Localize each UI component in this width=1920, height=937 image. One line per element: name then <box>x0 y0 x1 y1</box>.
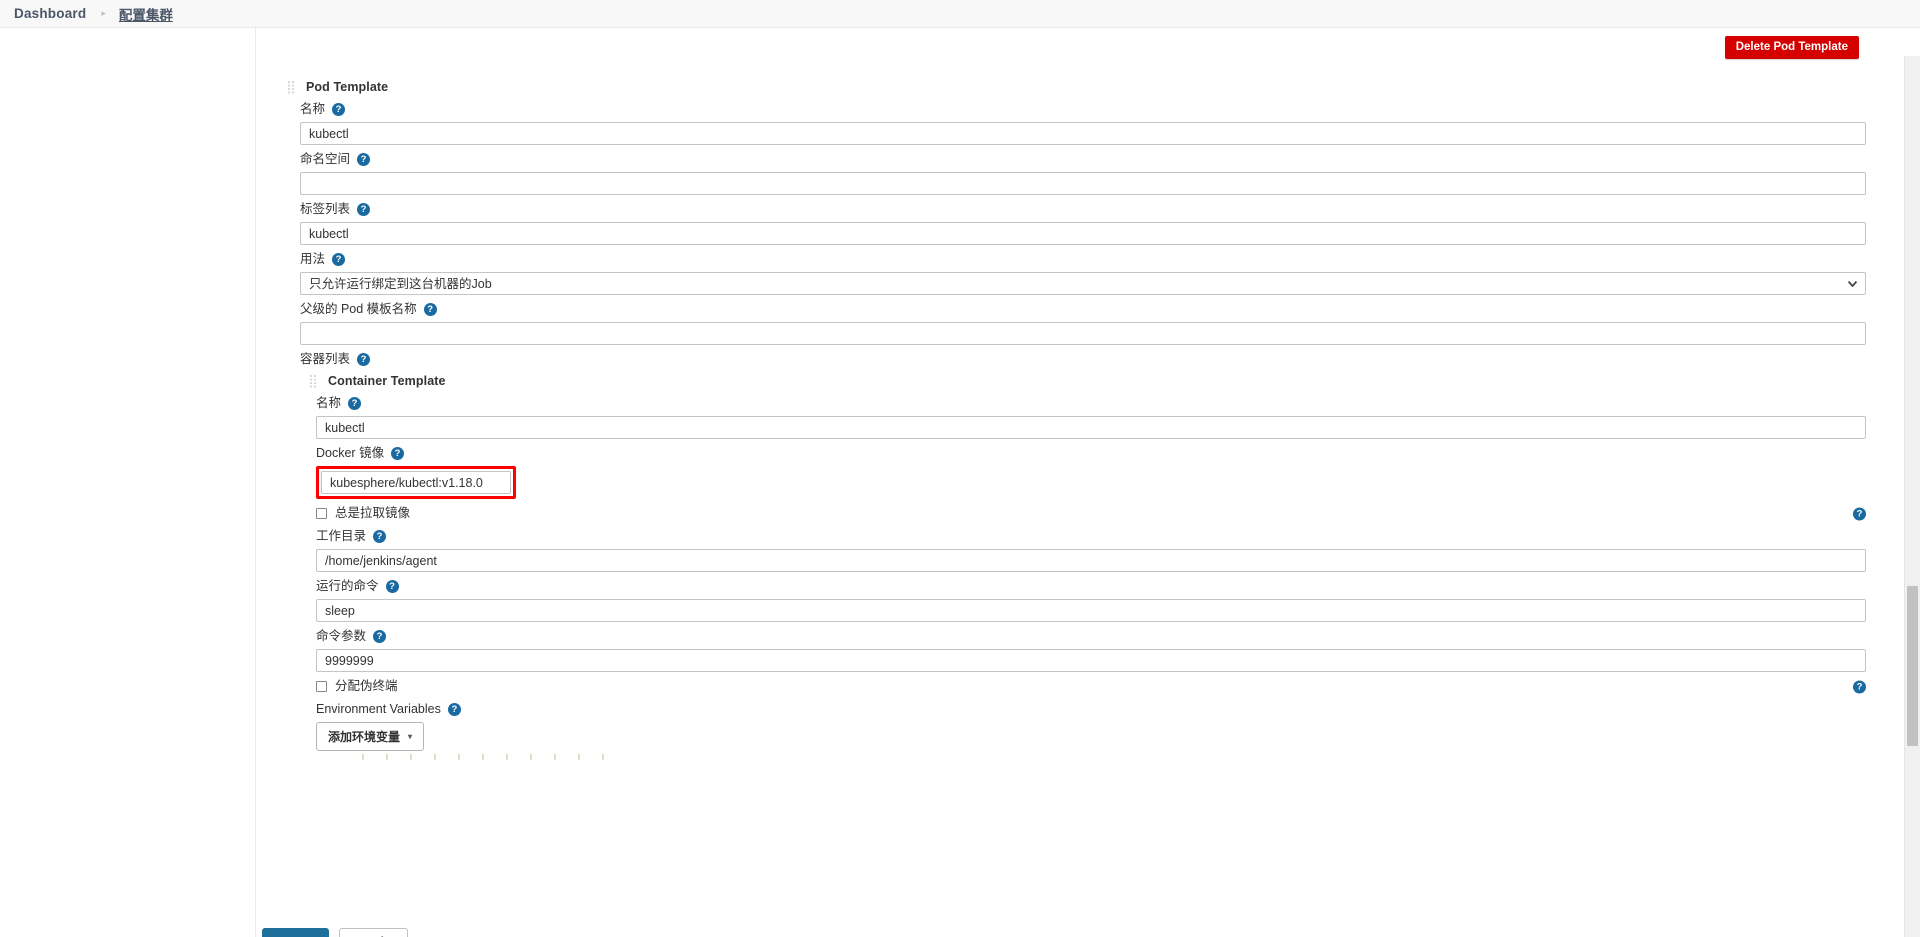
field-label-command: 运行的命令 ? <box>316 579 1866 594</box>
field-container-name: 名称 ? <box>288 396 1866 439</box>
pod-template-section-header: Pod Template <box>288 80 1866 94</box>
label-text-environment-variables: Environment Variables <box>316 702 441 716</box>
field-label-container-list: 容器列表 ? <box>300 352 1866 367</box>
label-text-pod-name: 名称 <box>300 102 326 116</box>
label-text-container-name: 名称 <box>316 396 342 410</box>
chevron-down-icon: ▾ <box>408 731 413 741</box>
row-allocate-tty: 分配伪终端 ? <box>288 679 1866 694</box>
always-pull-image-label[interactable]: 总是拉取镜像 <box>335 506 410 521</box>
field-docker-image: Docker 镜像 ? <box>288 446 1866 499</box>
field-container-list: 容器列表 ? <box>288 352 1866 367</box>
field-label-container-name: 名称 ? <box>316 396 1866 411</box>
pod-template-form: Pod Template 名称 ? 命名空间 ? 标签列表 ? <box>288 80 1866 767</box>
container-name-input[interactable] <box>316 416 1866 439</box>
help-icon-pod-namespace[interactable]: ? <box>357 153 371 166</box>
label-text-parent-template: 父级的 Pod 模板名称 <box>300 302 417 316</box>
label-text-pod-namespace: 命名空间 <box>300 152 351 166</box>
save-button[interactable]: Save <box>262 928 330 937</box>
command-input[interactable] <box>316 599 1866 622</box>
docker-image-highlight-box <box>316 466 516 499</box>
field-label-pod-name: 名称 ? <box>300 102 1866 117</box>
field-pod-usage: 用法 ? 只允许运行绑定到这台机器的Job <box>288 252 1866 295</box>
delete-pod-template-button[interactable]: Delete Pod Template <box>1724 36 1859 59</box>
sidebar-divider <box>255 28 256 937</box>
label-text-working-dir: 工作目录 <box>316 529 367 543</box>
pod-usage-select[interactable]: 只允许运行绑定到这台机器的Job <box>300 272 1866 295</box>
form-footer: Save Apply <box>262 928 408 937</box>
help-icon-docker-image[interactable]: ? <box>391 447 405 460</box>
help-icon-command[interactable]: ? <box>385 580 399 593</box>
field-label-environment-variables: Environment Variables ? <box>316 702 1866 717</box>
breadcrumb-item-current[interactable]: 配置集群 <box>119 4 173 24</box>
help-icon-container-name[interactable]: ? <box>348 397 362 410</box>
command-args-input[interactable] <box>316 649 1866 672</box>
field-label-pod-labels: 标签列表 ? <box>300 202 1866 217</box>
always-pull-image-checkbox[interactable] <box>316 508 327 519</box>
label-text-docker-image: Docker 镜像 <box>316 446 385 460</box>
pod-labels-input[interactable] <box>300 222 1866 245</box>
field-label-docker-image: Docker 镜像 ? <box>316 446 1866 461</box>
row-always-pull-image: 总是拉取镜像 ? <box>288 506 1866 521</box>
page-scrollbar-thumb[interactable] <box>1907 586 1918 746</box>
help-icon-container-list[interactable]: ? <box>357 353 371 366</box>
field-pod-name: 名称 ? <box>288 102 1866 145</box>
section-divider-dotted <box>362 754 622 760</box>
page-body: Delete Pod Template Pod Template 名称 ? ku… <box>0 28 1920 937</box>
allocate-tty-checkbox[interactable] <box>316 681 327 692</box>
allocate-tty-label[interactable]: 分配伪终端 <box>335 679 398 694</box>
apply-button[interactable]: Apply <box>339 928 408 937</box>
label-text-container-list: 容器列表 <box>300 352 351 366</box>
label-text-pod-usage: 用法 <box>300 252 326 266</box>
label-text-pod-labels: 标签列表 <box>300 202 351 216</box>
add-environment-variable-label: 添加环境变量 <box>328 730 401 744</box>
breadcrumb-separator-icon: ▸ <box>101 8 106 18</box>
pod-name-input[interactable] <box>300 122 1866 145</box>
pod-template-section-title: Pod Template <box>306 80 389 94</box>
breadcrumb: Dashboard ▸ 配置集群 <box>0 0 1920 28</box>
field-label-parent-template: 父级的 Pod 模板名称 ? <box>300 302 1866 317</box>
field-label-command-args: 命令参数 ? <box>316 629 1866 644</box>
field-label-working-dir: 工作目录 ? <box>316 529 1866 544</box>
help-icon-parent-template[interactable]: ? <box>423 303 437 316</box>
field-working-dir: 工作目录 ? <box>288 529 1866 572</box>
help-icon-pod-usage[interactable]: ? <box>332 253 346 266</box>
container-template-section-title: Container Template <box>328 374 446 388</box>
help-icon-pod-name[interactable]: ? <box>332 103 346 116</box>
pod-namespace-input[interactable] <box>300 172 1866 195</box>
drag-handle-icon[interactable] <box>310 374 319 388</box>
help-icon-pod-labels[interactable]: ? <box>357 203 371 216</box>
field-label-pod-namespace: 命名空间 ? <box>300 152 1866 167</box>
drag-handle-icon[interactable] <box>288 80 297 94</box>
field-parent-template: 父级的 Pod 模板名称 ? <box>288 302 1866 345</box>
pod-usage-select-wrap: 只允许运行绑定到这台机器的Job <box>300 272 1866 295</box>
field-command-args: 命令参数 ? <box>288 629 1866 672</box>
page-scrollbar-track[interactable] <box>1904 56 1920 937</box>
parent-template-input[interactable] <box>300 322 1866 345</box>
help-icon-environment-variables[interactable]: ? <box>447 703 461 716</box>
field-command: 运行的命令 ? <box>288 579 1866 622</box>
working-dir-input[interactable] <box>316 549 1866 572</box>
add-environment-variable-button[interactable]: 添加环境变量 ▾ <box>316 722 425 751</box>
label-text-command: 运行的命令 <box>316 579 379 593</box>
help-icon-command-args[interactable]: ? <box>373 630 387 643</box>
breadcrumb-item-dashboard[interactable]: Dashboard <box>14 6 86 21</box>
field-pod-namespace: 命名空间 ? <box>288 152 1866 195</box>
container-template-section-header: Container Template <box>310 374 1866 388</box>
field-label-pod-usage: 用法 ? <box>300 252 1866 267</box>
help-icon-working-dir[interactable]: ? <box>373 530 387 543</box>
label-text-command-args: 命令参数 <box>316 629 367 643</box>
docker-image-input[interactable] <box>321 471 511 494</box>
help-icon-allocate-tty[interactable]: ? <box>1853 680 1866 693</box>
field-pod-labels: 标签列表 ? <box>288 202 1866 245</box>
field-environment-variables: Environment Variables ? 添加环境变量 ▾ <box>288 702 1866 760</box>
help-icon-always-pull-image[interactable]: ? <box>1853 507 1866 520</box>
